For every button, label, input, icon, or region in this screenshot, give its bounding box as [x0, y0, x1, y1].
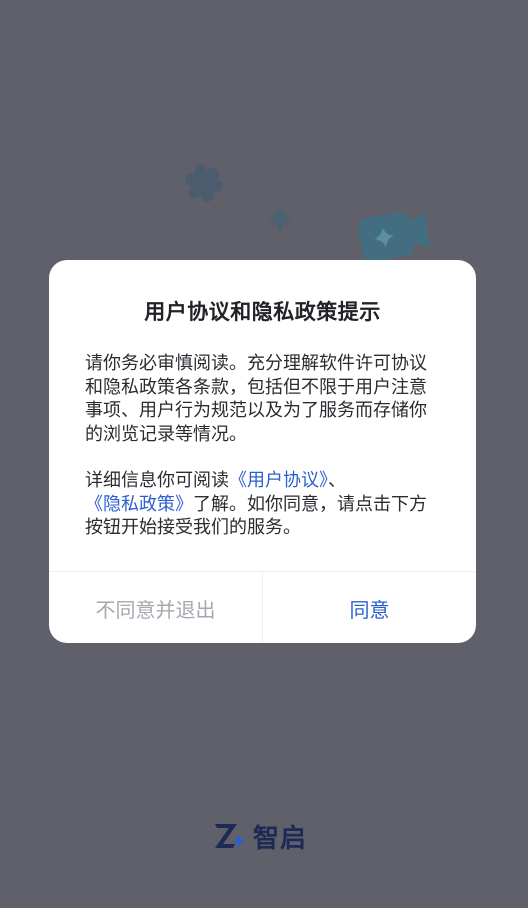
privacy-policy-link[interactable]: 《隐私政策》	[85, 494, 193, 515]
sparkle-decoration-icon	[266, 203, 294, 234]
dialog-button-row: 不同意并退出 同意	[49, 571, 476, 643]
dialog-title: 用户协议和隐私政策提示	[144, 300, 381, 324]
agree-button[interactable]: 同意	[263, 572, 476, 643]
brand-name: 智启	[253, 823, 308, 854]
decline-and-exit-button[interactable]: 不同意并退出	[49, 572, 263, 643]
link-separator: 、	[328, 470, 346, 491]
brand-footer: 智启	[213, 816, 307, 856]
privacy-consent-dialog: 用户协议和隐私政策提示 请你务必审慎阅读。充分理解软件许可协议和隐私政策各条款，…	[49, 260, 476, 643]
consent-paragraph: 请你务必审慎阅读。充分理解软件许可协议和隐私政策各条款，包括但不限于用户注意事项…	[85, 353, 427, 445]
details-prefix: 详细信息你可阅读	[85, 470, 229, 491]
asterisk-decoration-icon	[185, 164, 223, 202]
details-paragraph: 详细信息你可阅读《用户协议》、《隐私政策》了解。如你同意，请点击下方按钮开始接受…	[85, 469, 442, 540]
user-agreement-link[interactable]: 《用户协议》	[229, 470, 328, 491]
camera-decoration-icon	[358, 212, 431, 262]
dialog-body: 请你务必审慎阅读。充分理解软件许可协议和隐私政策各条款，包括但不限于用户注意事项…	[85, 352, 442, 540]
brand-logo-icon	[215, 824, 245, 848]
